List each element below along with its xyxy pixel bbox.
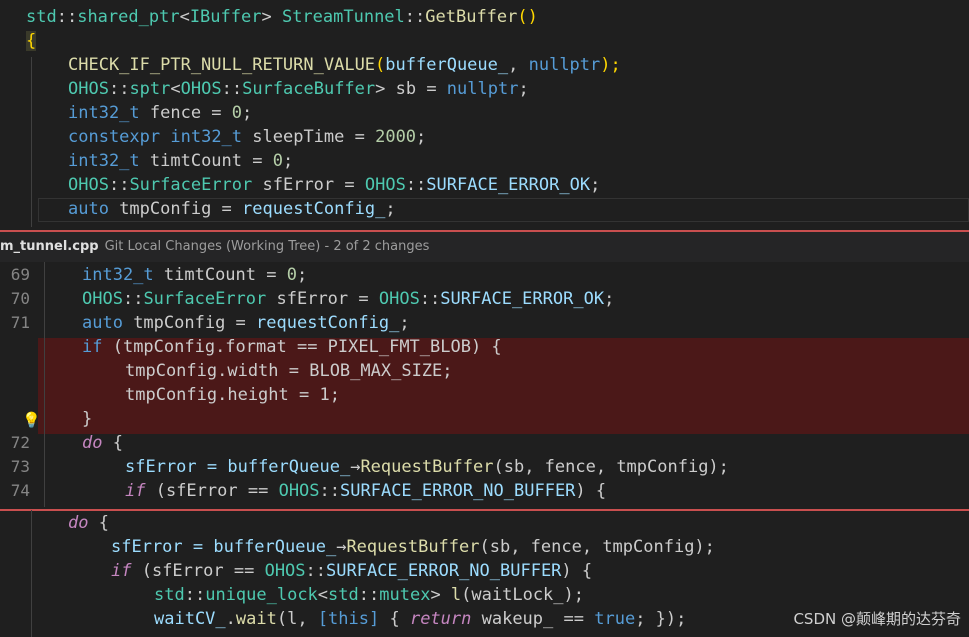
code-line: if (sfError == OHOS::SURFACE_ERROR_NO_BU… [125,481,607,501]
code-editor-bottom[interactable]: do { sfError = bufferQueue_→RequestBuffe… [0,511,715,631]
code-line: sfError = bufferQueue_→RequestBuffer(sb,… [125,457,729,477]
code-line-open-brace: { [26,31,37,51]
code-line: OHOS::SurfaceError sfError = OHOS::SURFA… [68,175,601,195]
indent-guide [31,510,32,637]
indent-guide [44,262,45,507]
peek-description: Git Local Changes (Working Tree) - 2 of … [104,239,430,254]
current-line-highlight [38,198,969,222]
code-line: sfError = bufferQueue_→RequestBuffer(sb,… [111,537,715,557]
peek-file-name[interactable]: m_tunnel.cpp [0,239,99,254]
code-line: CHECK_IF_PTR_NULL_RETURN_VALUE(bufferQue… [68,55,621,75]
code-editor-peek[interactable]: int32_t timtCount = 0; OHOS::SurfaceErro… [0,263,729,503]
code-line: int32_t fence = 0; [68,103,253,123]
indent-guide [31,57,32,227]
deleted-line: } [82,409,93,429]
git-diff-peek-widget[interactable]: m_tunnel.cpp Git Local Changes (Working T… [0,230,969,511]
code-line-signature: std::shared_ptr<IBuffer> StreamTunnel::G… [26,7,538,27]
code-line: constexpr int32_t sleepTime = 2000; [68,127,427,147]
code-editor-top[interactable]: std::shared_ptr<IBuffer> StreamTunnel::G… [0,5,621,219]
code-line: OHOS::sptr<OHOS::SurfaceBuffer> sb = nul… [68,79,529,99]
deleted-line: if (tmpConfig.format == PIXEL_FMT_BLOB) … [82,337,502,357]
code-line: int32_t timtCount = 0; [68,151,294,171]
code-line: waitCV_.wait(l, [this] { return wakeup_ … [154,609,687,629]
code-line: OHOS::SurfaceError sfError = OHOS::SURFA… [82,289,615,309]
code-line: do { [82,433,123,453]
code-line: do { [68,513,109,533]
code-line: auto tmpConfig = requestConfig_; [82,313,410,333]
csdn-watermark: CSDN @颠峰期的达芬奇 [793,610,961,628]
code-line: if (sfError == OHOS::SURFACE_ERROR_NO_BU… [111,561,593,581]
code-line: int32_t timtCount = 0; [82,265,308,285]
deleted-line: tmpConfig.width = BLOB_MAX_SIZE; [125,361,453,381]
deleted-line: tmpConfig.height = 1; [125,385,340,405]
code-line: std::unique_lock<std::mutex> l(waitLock_… [154,585,584,605]
peek-header: m_tunnel.cpp Git Local Changes (Working T… [0,232,969,262]
